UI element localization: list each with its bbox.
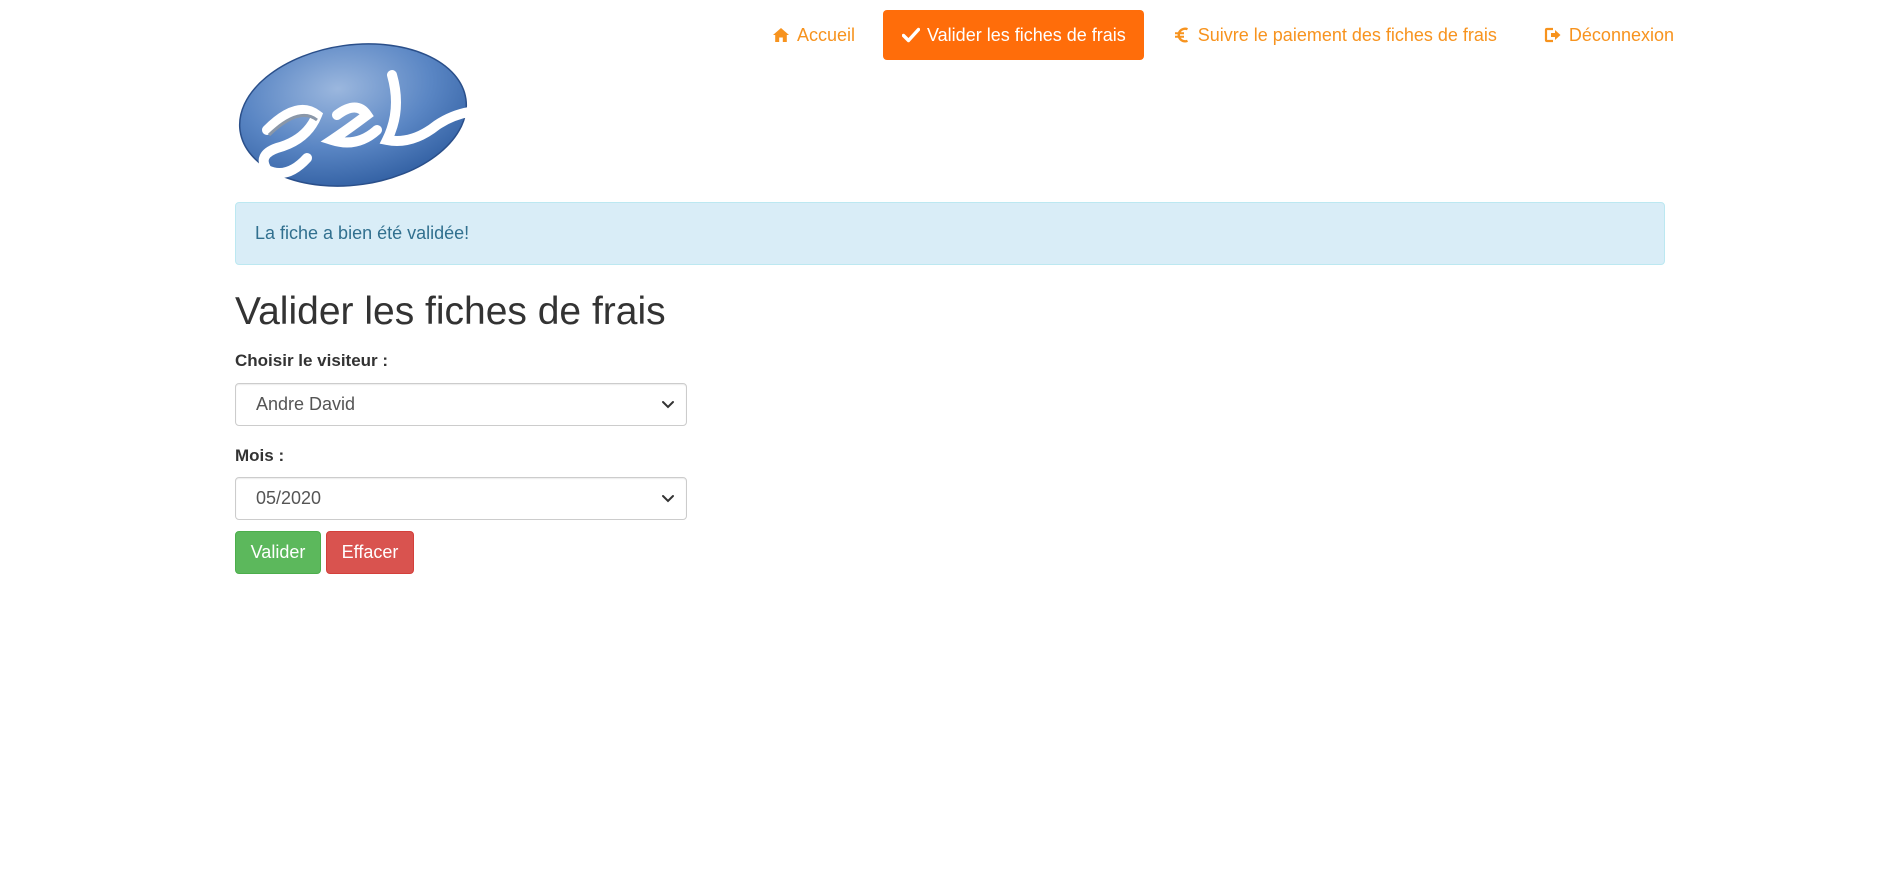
nav-item-deconnexion[interactable]: Déconnexion: [1525, 10, 1692, 60]
euro-icon: [1172, 25, 1192, 45]
nav-item-label: Suivre le paiement des fiches de frais: [1197, 24, 1497, 45]
visitor-select[interactable]: Andre David: [235, 383, 687, 426]
visitor-label: Choisir le visiteur :: [235, 351, 389, 370]
nav-item-suivre-paiement[interactable]: Suivre le paiement des fiches de frais: [1154, 10, 1515, 60]
month-label: Mois :: [235, 446, 285, 465]
gsb-logo: gsb: [237, 40, 474, 190]
valider-button[interactable]: Valider: [235, 531, 321, 574]
nav-item-label: Accueil: [796, 24, 855, 45]
top-navigation: Accueil Valider les fiches de frais Suiv…: [753, 10, 1692, 60]
chevron-down-icon: [660, 491, 676, 507]
nav-item-accueil[interactable]: Accueil: [753, 10, 873, 60]
effacer-button[interactable]: Effacer: [326, 531, 414, 574]
page: Accueil Valider les fiches de frais Suiv…: [0, 0, 1882, 872]
logout-icon: [1543, 25, 1563, 45]
month-selected-value: 05/2020: [256, 488, 322, 508]
visitor-selected-value: Andre David: [256, 394, 356, 414]
check-icon: [901, 25, 921, 45]
logo-text: gsb: [473, 40, 474, 41]
nav-item-label: Déconnexion: [1568, 24, 1674, 45]
home-icon: [771, 25, 791, 45]
nav-item-valider[interactable]: Valider les fiches de frais: [883, 10, 1144, 60]
alert-message: La fiche a bien été validée!: [255, 223, 470, 243]
chevron-down-icon: [660, 397, 676, 413]
month-select[interactable]: 05/2020: [235, 477, 687, 520]
success-alert: La fiche a bien été validée!: [235, 202, 1665, 265]
page-title: Valider les fiches de frais: [235, 290, 666, 333]
nav-item-label: Valider les fiches de frais: [927, 24, 1126, 45]
